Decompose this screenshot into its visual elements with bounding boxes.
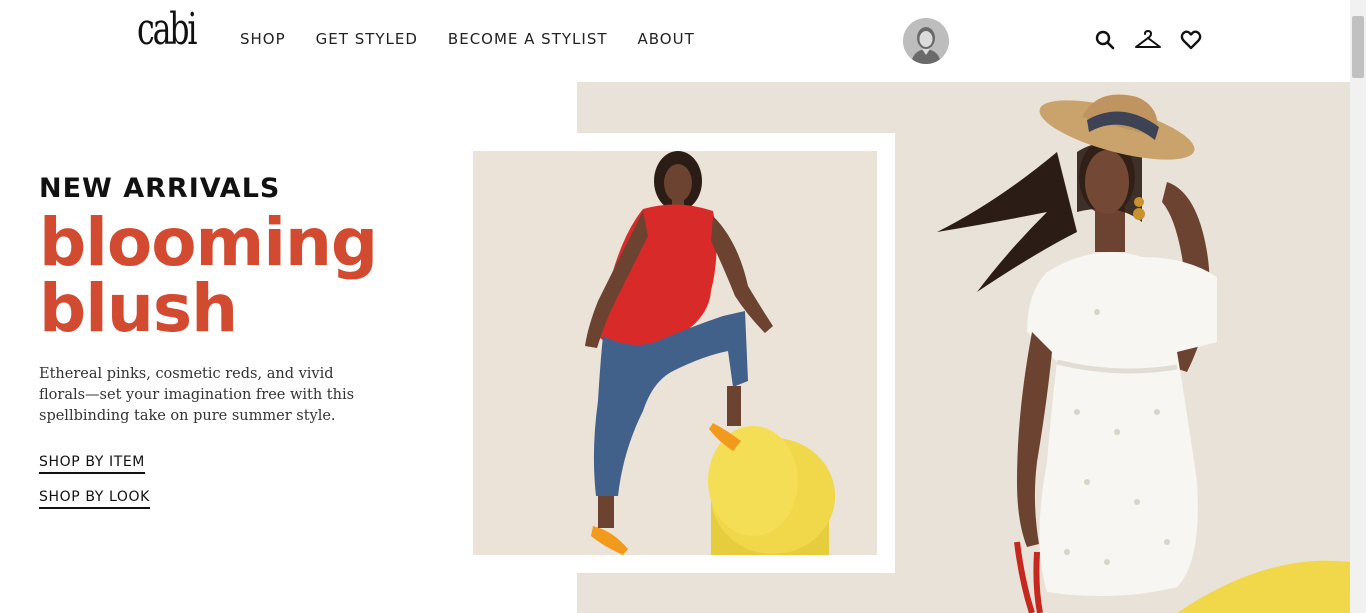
hero-eyebrow: NEW ARRIVALS bbox=[39, 173, 281, 204]
nav-become-a-stylist[interactable]: BECOME A STYLIST bbox=[448, 30, 608, 48]
scrollbar-thumb[interactable] bbox=[1352, 16, 1364, 78]
page-scrollbar[interactable] bbox=[1350, 0, 1366, 613]
user-avatar-icon bbox=[903, 18, 949, 64]
main-nav: SHOP GET STYLED BECOME A STYLIST ABOUT bbox=[240, 30, 725, 48]
nav-get-styled[interactable]: GET STYLED bbox=[316, 30, 418, 48]
search-icon[interactable] bbox=[1094, 29, 1116, 51]
heart-icon[interactable] bbox=[1180, 29, 1202, 51]
hero-description: Ethereal pinks, cosmetic reds, and vivid… bbox=[39, 366, 355, 424]
hero-title-line2: blush bbox=[39, 270, 238, 347]
brand-logo[interactable]: cabi bbox=[137, 8, 198, 52]
nav-shop[interactable]: SHOP bbox=[240, 30, 286, 48]
hero-image-red-top[interactable] bbox=[473, 151, 877, 555]
stylist-avatar[interactable] bbox=[903, 18, 949, 64]
header-icons bbox=[1094, 29, 1202, 51]
hero-copy: NEW ARRIVALS blooming blush Ethereal pin… bbox=[39, 173, 419, 509]
nav-about[interactable]: ABOUT bbox=[638, 30, 695, 48]
shop-by-look-link[interactable]: SHOP BY LOOK bbox=[39, 489, 150, 509]
hanger-icon[interactable] bbox=[1134, 29, 1162, 51]
shop-by-item-link[interactable]: SHOP BY ITEM bbox=[39, 454, 145, 474]
red-top-photo bbox=[473, 151, 877, 555]
hero-title: blooming blush bbox=[39, 210, 419, 342]
site-header: cabi SHOP GET STYLED BECOME A STYLIST AB… bbox=[0, 0, 1350, 82]
